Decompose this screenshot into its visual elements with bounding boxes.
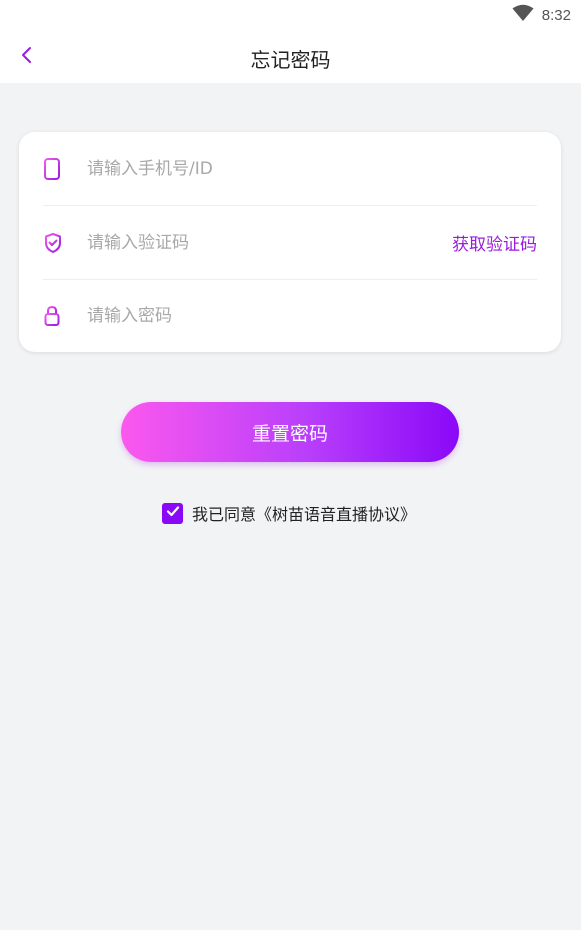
phone-input[interactable] [73,148,537,189]
form-card: 获取验证码 [19,132,561,352]
lock-icon [43,301,73,331]
status-bar: 8:32 [0,0,581,30]
verification-code-input[interactable] [73,222,452,263]
status-time: 8:32 [541,6,571,24]
checkmark-icon [165,503,181,523]
get-code-button[interactable]: 获取验证码 [452,230,537,255]
nav-bar: 忘记密码 [0,30,581,83]
agreement-text[interactable]: 我已同意《树苗语音直播协议》 [192,501,416,525]
agreement-checkbox[interactable] [162,502,183,524]
code-row: 获取验证码 [43,206,537,280]
shield-check-icon [43,228,73,258]
agreement-row: 我已同意《树苗语音直播协议》 [162,502,416,524]
reset-password-button[interactable]: 重置密码 [121,402,459,462]
phone-icon [43,154,73,184]
password-input[interactable] [73,295,537,336]
wifi-icon [512,4,534,26]
page-title: 忘记密码 [250,48,331,72]
status-indicators: 8:32 [512,4,571,26]
password-row [43,279,537,352]
phone-row [43,132,537,206]
